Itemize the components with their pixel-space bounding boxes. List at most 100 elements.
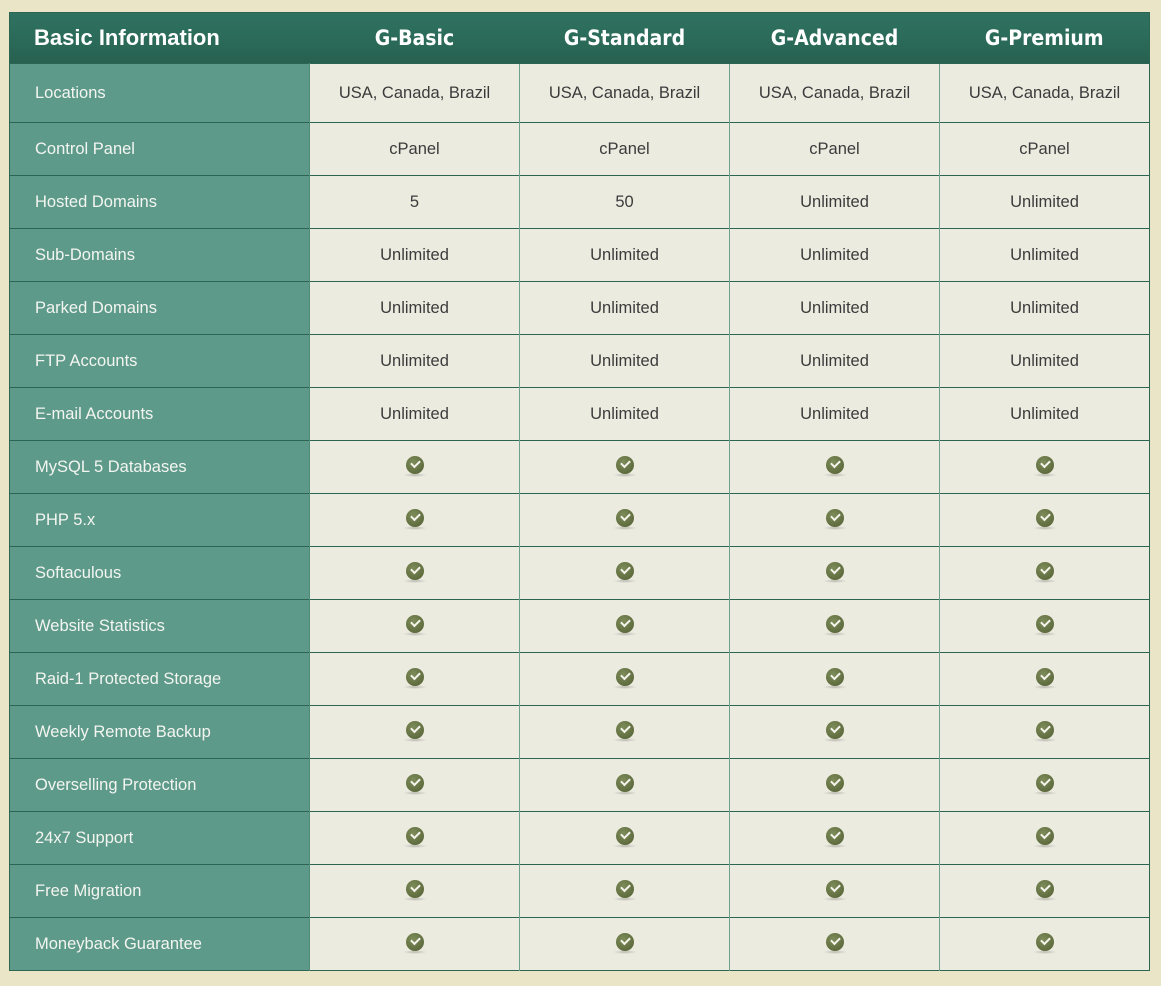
feature-cell [309,599,520,653]
table-row: E-mail Accounts Unlimited Unlimited Unlimit… [9,387,1150,441]
feature-label: 24x7 Support [9,811,310,865]
feature-cell [729,864,940,918]
feature-cell [519,599,730,653]
feature-value: Unlimited [309,387,520,441]
check-icon [822,721,847,743]
check-icon [822,668,847,690]
feature-cell [309,440,520,494]
table-row: MySQL 5 Databases [9,440,1150,494]
check-icon [612,668,637,690]
feature-value: Unlimited [939,281,1150,335]
feature-value: Unlimited [309,228,520,282]
check-icon [402,774,427,796]
check-icon [822,880,847,902]
feature-value: Unlimited [309,281,520,335]
feature-value: Unlimited [729,387,940,441]
feature-label: Raid-1 Protected Storage [9,652,310,706]
feature-cell [729,917,940,971]
feature-value: 5 [309,175,520,229]
check-icon [1032,509,1057,531]
feature-label: Overselling Protection [9,758,310,812]
table-row: Overselling Protection [9,758,1150,812]
feature-cell [519,440,730,494]
table-row: Free Migration [9,864,1150,918]
table-row: Raid-1 Protected Storage [9,652,1150,706]
check-icon [612,615,637,637]
feature-cell [309,652,520,706]
feature-value: Unlimited [519,228,730,282]
feature-label: Free Migration [9,864,310,918]
feature-cell [519,705,730,759]
feature-value: USA, Canada, Brazil [519,63,730,123]
feature-value: cPanel [519,122,730,176]
feature-cell [939,811,1150,865]
feature-value: Unlimited [939,175,1150,229]
check-icon [822,562,847,584]
feature-cell [309,758,520,812]
feature-cell [939,758,1150,812]
feature-cell [519,811,730,865]
feature-value: USA, Canada, Brazil [939,63,1150,123]
table-row: Locations USA, Canada, Brazil USA, Canada,… [9,63,1150,123]
feature-cell [309,864,520,918]
header-row: Basic Information G-Basic G-Standard G-A… [9,12,1150,64]
check-icon [612,774,637,796]
check-icon [612,562,637,584]
feature-cell [729,811,940,865]
header-plan-g-premium: G-Premium [984,26,1104,50]
feature-value: cPanel [729,122,940,176]
table-row: PHP 5.x [9,493,1150,547]
check-icon [1032,721,1057,743]
check-icon [402,827,427,849]
feature-cell [939,440,1150,494]
plan-comparison-table: Basic Information G-Basic G-Standard G-A… [9,12,1150,971]
feature-label: Website Statistics [9,599,310,653]
check-icon [1032,774,1057,796]
feature-value: Unlimited [519,387,730,441]
check-icon [1032,668,1057,690]
check-icon [402,562,427,584]
check-icon [402,456,427,478]
feature-label: FTP Accounts [9,334,310,388]
header-plan-g-basic: G-Basic [374,26,455,50]
table-row: Weekly Remote Backup [9,705,1150,759]
feature-value: Unlimited [729,281,940,335]
feature-cell [519,917,730,971]
feature-value: Unlimited [519,334,730,388]
feature-cell [519,546,730,600]
feature-cell [729,546,940,600]
feature-cell [729,599,940,653]
check-icon [402,880,427,902]
feature-cell [519,864,730,918]
feature-cell [309,546,520,600]
table-row: Control Panel cPanel cPanel cPanel cPanel [9,122,1150,176]
check-icon [1032,827,1057,849]
header-basic-information: Basic Information [34,25,220,50]
feature-cell [309,705,520,759]
table-body: Locations USA, Canada, Brazil USA, Canada,… [9,63,1150,971]
check-icon [402,721,427,743]
feature-value: Unlimited [729,228,940,282]
feature-value: 50 [519,175,730,229]
table-row: Hosted Domains 5 50 Unlimited Unlimited [9,175,1150,229]
check-icon [1032,456,1057,478]
check-icon [612,456,637,478]
check-icon [822,509,847,531]
feature-cell [519,758,730,812]
check-icon [1032,562,1057,584]
feature-value: Unlimited [309,334,520,388]
feature-cell [309,917,520,971]
feature-value: Unlimited [729,334,940,388]
feature-value: cPanel [309,122,520,176]
check-icon [402,615,427,637]
feature-label: MySQL 5 Databases [9,440,310,494]
check-icon [1032,615,1057,637]
feature-cell [729,493,940,547]
check-icon [612,827,637,849]
feature-label: PHP 5.x [9,493,310,547]
check-icon [612,721,637,743]
check-icon [822,827,847,849]
check-icon [822,615,847,637]
feature-cell [519,493,730,547]
feature-value: Unlimited [519,281,730,335]
